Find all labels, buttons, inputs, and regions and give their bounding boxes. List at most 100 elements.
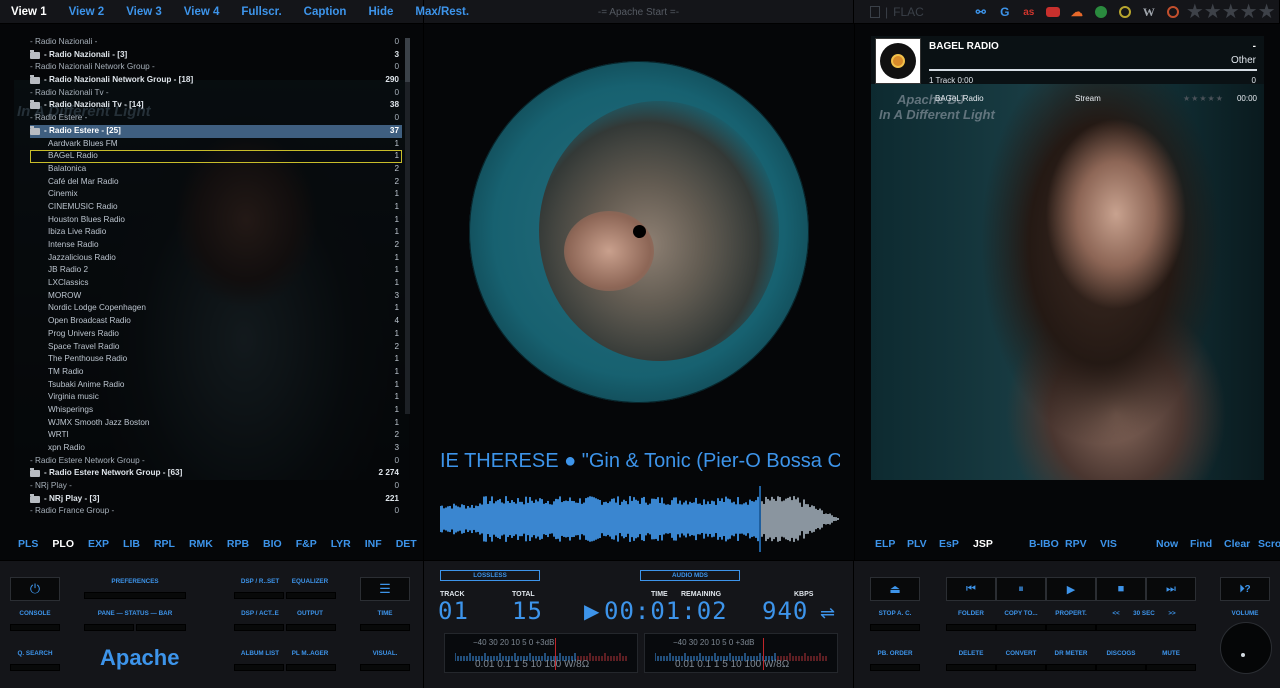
seek-30-sec-button[interactable] (1096, 624, 1196, 631)
volume-knob[interactable] (1220, 622, 1272, 674)
properties-button[interactable] (1046, 624, 1096, 631)
tab-rpb[interactable]: RPB (227, 538, 249, 550)
pane-button[interactable] (84, 624, 134, 631)
wikipedia-icon[interactable]: W (1140, 4, 1158, 20)
target-icon[interactable] (1116, 4, 1134, 20)
power-button[interactable]: ⏻ (10, 577, 60, 601)
playlist-separator[interactable]: - NRj Play - 0 (30, 480, 402, 493)
star-icon[interactable]: ★ (1222, 2, 1240, 22)
playlist-group[interactable]: - NRj Play - [3] 221 (30, 493, 402, 506)
pause-button[interactable]: ⏸ (996, 577, 1046, 601)
eject-button[interactable]: ⏏ (870, 577, 920, 601)
nav-hide[interactable]: Hide (357, 6, 404, 18)
convert-button[interactable] (996, 664, 1046, 671)
playlist-scrollbar[interactable] (405, 38, 410, 414)
nav-fullscreen[interactable]: Fullscr. (230, 6, 292, 18)
tab-plv[interactable]: PLV (907, 538, 927, 550)
playlist-group[interactable]: - Radio Nazionali Tv - [14] 38 (30, 99, 402, 112)
playlist-item[interactable]: MOROW 3 (30, 290, 402, 303)
pl-manager-button[interactable] (286, 664, 336, 671)
star-icon[interactable]: ★ (1240, 2, 1258, 22)
waveform-seekbar[interactable] (440, 486, 840, 552)
tab-rpv[interactable]: RPV (1065, 538, 1087, 550)
tab-find[interactable]: Find (1190, 538, 1212, 550)
star-icon[interactable]: ★ (1186, 2, 1204, 22)
youtube-icon[interactable] (1044, 4, 1062, 20)
playlist-item[interactable]: TM Radio 1 (30, 366, 402, 379)
playlist-item[interactable]: WRTI 2 (30, 429, 402, 442)
playlist-separator[interactable]: - Radio Nazionali - 0 (30, 36, 402, 49)
playlist-item[interactable]: Balatonica 2 (30, 163, 402, 176)
preferences-button[interactable] (84, 592, 186, 599)
dsp-rset-button[interactable] (234, 592, 284, 599)
playlist-group[interactable]: - Radio Estere Network Group - [63] 2 274 (30, 467, 402, 480)
console-button[interactable] (10, 624, 60, 631)
tab-bio[interactable]: BIO (263, 538, 282, 550)
playlist-item[interactable]: Space Travel Radio 2 (30, 341, 402, 354)
copy-to-button[interactable] (996, 624, 1046, 631)
playlist-item[interactable]: CINEMUSIC Radio 1 (30, 201, 402, 214)
playlist-item[interactable]: Virginia music 1 (30, 391, 402, 404)
dr-meter-button[interactable] (1046, 664, 1096, 671)
playlist-separator[interactable]: - Radio Estere Network Group - 0 (30, 455, 402, 468)
playlist-group[interactable]: - Radio Nazionali - [3] 3 (30, 49, 402, 62)
nav-view-3[interactable]: View 3 (115, 6, 173, 18)
tab-bibo[interactable]: B-IBO (1029, 538, 1059, 550)
nav-view-4[interactable]: View 4 (173, 6, 231, 18)
pb-order-button[interactable] (870, 664, 920, 671)
tab-clear[interactable]: Clear (1224, 538, 1250, 550)
tab-esp[interactable]: EsP (939, 538, 959, 550)
link-icon[interactable]: ⚯ (972, 4, 990, 20)
menu-button[interactable]: ☰ (360, 577, 410, 601)
playlist-item[interactable]: xpn Radio 3 (30, 442, 402, 455)
star-icon[interactable]: ★ (1204, 2, 1222, 22)
playlist-separator[interactable]: - Radio France Group - 0 (30, 505, 402, 518)
stop-button[interactable]: ■ (1096, 577, 1146, 601)
playlist-group[interactable]: - Radio Nazionali Network Group - [18] 29… (30, 74, 402, 87)
lastfm-icon[interactable]: as (1020, 4, 1038, 20)
discogs-button[interactable] (1096, 664, 1146, 671)
playlist-item[interactable]: Intense Radio 2 (30, 239, 402, 252)
playlist-separator[interactable]: - Radio Estere - 0 (30, 112, 402, 125)
playlist-item[interactable]: JB Radio 2 1 (30, 264, 402, 277)
folder-button[interactable] (946, 624, 996, 631)
track-rating[interactable]: ★★★★★ (1183, 94, 1233, 103)
tab-rmk[interactable]: RMK (189, 538, 213, 550)
tab-pls[interactable]: PLS (18, 538, 38, 550)
visual-button[interactable] (360, 664, 410, 671)
help-button[interactable]: ⏵? (1220, 577, 1270, 601)
playlist-item[interactable]: Café del Mar Radio 2 (30, 176, 402, 189)
equalizer-button[interactable] (286, 592, 336, 599)
playlist-separator[interactable]: - Radio Nazionali Tv - 0 (30, 87, 402, 100)
status-bar-button[interactable] (136, 624, 186, 631)
playlist-group[interactable]: - Radio Estere - [25] 37 (30, 124, 402, 138)
playlist-item[interactable]: The Penthouse Radio 1 (30, 353, 402, 366)
repeat-icon[interactable]: ⇌ (820, 603, 835, 624)
playlist-item[interactable]: LXClassics 1 (30, 277, 402, 290)
tab-elp[interactable]: ELP (875, 538, 895, 550)
rating-stars[interactable]: ★ ★ ★ ★ ★ (1186, 2, 1276, 22)
playlist-item[interactable]: Ibiza Live Radio 1 (30, 226, 402, 239)
previous-button[interactable]: ⏮ (946, 577, 996, 601)
tab-lib[interactable]: LIB (123, 538, 140, 550)
tab-vis[interactable]: VIS (1100, 538, 1117, 550)
playlist-item[interactable]: Houston Blues Radio 1 (30, 214, 402, 227)
tab-fp[interactable]: F&P (296, 538, 317, 550)
mute-button[interactable] (1146, 664, 1196, 671)
soundcloud-icon[interactable]: ☁ (1068, 4, 1086, 20)
playlist-item[interactable]: Aardvark Blues FM 1 (30, 138, 402, 151)
playlist-separator[interactable]: - Radio Nazionali Network Group - 0 (30, 61, 402, 74)
playlist-item[interactable]: Nordic Lodge Copenhagen 1 (30, 302, 402, 315)
scrollbar-thumb[interactable] (405, 38, 410, 82)
delete-button[interactable] (946, 664, 996, 671)
playlist-item[interactable]: Whisperings 1 (30, 404, 402, 417)
tab-plo[interactable]: PLO (52, 538, 74, 550)
output-button[interactable] (286, 624, 336, 631)
time-display[interactable]: 00:01:02 (604, 597, 728, 625)
time-button[interactable] (360, 624, 410, 631)
playlist-item[interactable]: WJMX Smooth Jazz Boston 1 (30, 417, 402, 430)
stop-ac-button[interactable] (870, 624, 920, 631)
nav-caption[interactable]: Caption (293, 6, 358, 18)
tab-inf[interactable]: INF (365, 538, 382, 550)
play-button[interactable]: ▶ (1046, 577, 1096, 601)
